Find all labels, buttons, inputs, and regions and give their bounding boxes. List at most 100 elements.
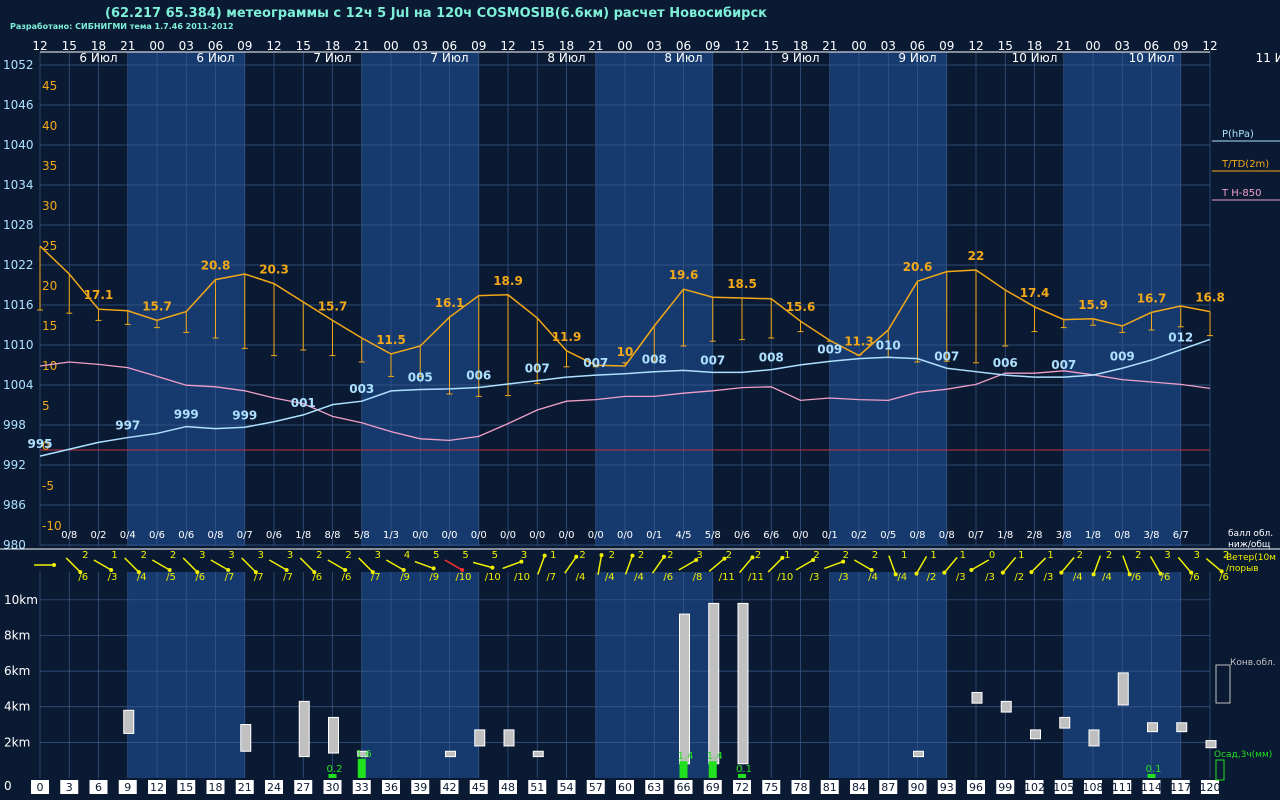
hour-label: 15 xyxy=(764,39,779,53)
pressure-tick: 1004 xyxy=(3,378,34,392)
wind-arrow-head xyxy=(969,568,974,572)
wind-speed: 2 xyxy=(141,550,147,561)
cloud-axis-tick: 0 xyxy=(4,779,12,793)
legend-conv: Конв.обл. xyxy=(1230,658,1276,668)
day-label: 10 Июл xyxy=(1129,51,1175,65)
bottom-hour-label: 75 xyxy=(764,781,778,794)
hour-label: 12 xyxy=(968,39,983,53)
temperature-tick: 30 xyxy=(42,199,57,213)
wind-speed: 3 xyxy=(199,550,205,561)
bottom-hour-label: 30 xyxy=(326,781,340,794)
cloud-fraction: 5/8 xyxy=(354,530,370,541)
bottom-hour-label: 72 xyxy=(735,781,749,794)
legend-conv-box xyxy=(1215,664,1231,704)
wind-arrow-head xyxy=(599,553,604,558)
pressure-label: 007 xyxy=(525,362,550,376)
hour-label: 21 xyxy=(120,39,135,53)
cloud-axis-tick: 6km xyxy=(4,664,30,678)
temperature-label: 18.9 xyxy=(493,274,523,288)
pressure-label: 006 xyxy=(993,356,1018,370)
wind-arrow xyxy=(915,555,928,575)
pressure-label: 001 xyxy=(291,396,316,410)
wind-speed: 2 xyxy=(638,550,644,561)
bottom-hour-label: 12 xyxy=(150,781,164,794)
wind-speed: 3 xyxy=(1194,550,1200,561)
wind-arrow-head xyxy=(1029,570,1034,575)
hour-label: 15 xyxy=(62,39,77,53)
wind-speed: 2 xyxy=(726,550,732,561)
cloud-fraction: 1/8 xyxy=(997,530,1013,541)
conv-cloud-bar xyxy=(474,729,486,747)
bottom-hour-label: 39 xyxy=(413,781,427,794)
wind-speed: 1 xyxy=(960,550,966,561)
wind-gust: /9 xyxy=(429,572,439,583)
hour-label: 21 xyxy=(822,39,837,53)
hour-label: 15 xyxy=(296,39,311,53)
meteogram-chart: 1052104610401034102810221016101010049989… xyxy=(0,39,1280,794)
wind-gust: /10 xyxy=(514,572,530,583)
wind-gust: /5 xyxy=(166,572,176,583)
cloud-fraction: 0/7 xyxy=(968,530,984,541)
wind-speed: 2 xyxy=(755,550,761,561)
temperature-label: 15.6 xyxy=(786,300,816,314)
wind-gust: /6 xyxy=(1161,572,1171,583)
pressure-label: 010 xyxy=(876,338,901,352)
legend-precip-box xyxy=(1215,759,1225,781)
precip-bar xyxy=(708,761,717,778)
wind-arrow-head xyxy=(1059,570,1064,575)
cloud-fraction: 5/8 xyxy=(705,530,721,541)
pressure-tick: 986 xyxy=(3,498,26,512)
temperature-label: 22 xyxy=(968,249,985,263)
cloud-fraction: 1/8 xyxy=(1085,530,1101,541)
wind-speed: 3 xyxy=(696,550,702,561)
wind-gust: /4 xyxy=(1073,572,1083,583)
wind-gust: /3 xyxy=(839,572,849,583)
bottom-hour-label: 105 xyxy=(1053,781,1074,794)
temperature-label: 15.9 xyxy=(1078,298,1108,312)
hour-label: 03 xyxy=(881,39,896,53)
temperature-label: 16.1 xyxy=(435,296,465,310)
hour-label: 03 xyxy=(413,39,428,53)
wind-speed: 2 xyxy=(579,550,585,561)
wind-gust: /3 xyxy=(1044,572,1054,583)
wind-speed: 2 xyxy=(813,550,819,561)
cloud-fraction: 0/1 xyxy=(646,530,662,541)
cloud-fraction: 0/8 xyxy=(909,530,925,541)
pressure-tick: 998 xyxy=(3,418,26,432)
wind-gust: /10 xyxy=(485,572,501,583)
wind-arrow xyxy=(358,557,374,573)
wind-arrow xyxy=(738,556,754,574)
wind-arrow xyxy=(624,555,634,575)
wind-gust: /3 xyxy=(985,572,995,583)
pressure-tick: 980 xyxy=(3,538,26,552)
wind-gust: /11 xyxy=(719,572,735,583)
cloud-fraction: 0/8 xyxy=(207,530,223,541)
precip-bar xyxy=(357,758,366,778)
wind-arrow xyxy=(888,555,897,575)
wind-gust: /4 xyxy=(634,572,644,583)
pressure-label: 007 xyxy=(700,353,725,367)
wind-speed: 2 xyxy=(316,550,322,561)
temperature-tick: 5 xyxy=(42,399,50,413)
cloud-fraction: 0/6 xyxy=(734,530,750,541)
wind-arrow-head xyxy=(1000,570,1005,575)
bottom-hour-label: 0 xyxy=(37,781,44,794)
pressure-label: 995 xyxy=(27,437,52,451)
wind-speed: 3 xyxy=(375,550,381,561)
wind-arrow xyxy=(299,557,315,573)
day-label: 6 Июл xyxy=(79,51,117,65)
wind-arrow xyxy=(327,559,346,571)
bottom-hour-label: 48 xyxy=(501,781,515,794)
conv-cloud-bar xyxy=(971,691,983,704)
wind-speed: 1 xyxy=(111,550,117,561)
temperature-label: 15.7 xyxy=(318,299,348,313)
wind-arrow xyxy=(943,556,958,574)
cloud-fraction: 0/6 xyxy=(149,530,165,541)
day-label: 8 Июл xyxy=(664,51,702,65)
wind-arrow xyxy=(970,559,990,571)
wind-arrow-head xyxy=(661,554,666,559)
wind-arrow xyxy=(268,559,288,571)
cloud-fraction: 1/8 xyxy=(295,530,311,541)
cloud-fraction: 0/2 xyxy=(90,530,106,541)
wind-speed: 1 xyxy=(550,550,556,561)
